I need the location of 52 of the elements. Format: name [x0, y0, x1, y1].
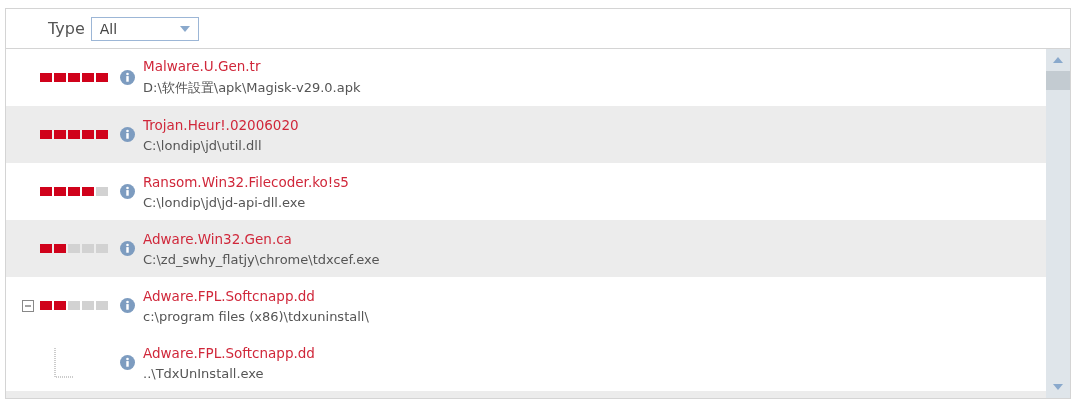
- severity-block: [82, 73, 94, 82]
- threat-name: Adware.FPL.Softcnapp.dd: [143, 287, 316, 304]
- severity-block: [54, 187, 66, 196]
- info-icon[interactable]: [120, 355, 135, 370]
- severity-block: [68, 73, 80, 82]
- file-path: C:\londip\jd\util.dll: [143, 137, 263, 153]
- threat-name: Ransom.Win32.Filecoder.ko!s5: [143, 173, 349, 190]
- info-icon[interactable]: [120, 127, 135, 142]
- dropdown-arrow-icon: [179, 25, 190, 32]
- severity-block: [82, 187, 94, 196]
- file-path: C:\londip\jd\jd-api-dll.exe: [143, 194, 307, 210]
- empty-severity-block: [96, 187, 108, 196]
- severity-block: [82, 130, 94, 139]
- scroll-up-icon[interactable]: [1053, 57, 1063, 63]
- severity-block: [54, 130, 66, 139]
- severity-block: [40, 130, 52, 139]
- tree-connector-icon: [54, 347, 74, 378]
- scrollbar[interactable]: [1046, 49, 1070, 398]
- info-icon[interactable]: [120, 241, 135, 256]
- threat-name: Trojan.Heur!.02006020: [143, 116, 299, 133]
- empty-severity-block: [68, 244, 80, 253]
- file-path: ..\TdxUnInstall.exe: [143, 365, 265, 381]
- severity-block: [96, 73, 108, 82]
- file-path: D:\软件設置\apk\Magisk-v29.0.apk: [143, 79, 361, 97]
- info-icon[interactable]: [120, 70, 135, 85]
- severity-block: [40, 73, 52, 82]
- severity-block: [96, 130, 108, 139]
- threat-name: Malware.U.Gen.tr: [143, 58, 262, 74]
- severity-block: [68, 187, 80, 196]
- empty-severity-block: [68, 301, 80, 310]
- empty-severity-block: [96, 301, 108, 310]
- collapse-icon[interactable]: [22, 299, 34, 312]
- scroll-thumb[interactable]: [1046, 71, 1070, 90]
- info-icon[interactable]: [120, 298, 135, 313]
- info-icon[interactable]: [120, 184, 135, 199]
- empty-severity-block: [96, 244, 108, 253]
- severity-block: [40, 301, 52, 310]
- severity-block: [68, 130, 80, 139]
- file-path: C:\zd_swhy_flatjy\chrome\tdxcef.exe: [143, 251, 380, 267]
- severity-block: [40, 187, 52, 196]
- empty-severity-block: [82, 301, 94, 310]
- severity-block: [54, 73, 66, 82]
- threat-name: Adware.Win32.Gen.ca: [143, 230, 293, 247]
- file-path: c:\program files (x86)\tdxuninstall\: [143, 308, 369, 324]
- threat-name: Adware.FPL.Softcnapp.dd: [143, 344, 315, 361]
- type-label: Type: [48, 19, 85, 38]
- type-dropdown[interactable]: All: [90, 16, 199, 41]
- scroll-down-icon[interactable]: [1053, 384, 1063, 390]
- severity-block: [54, 244, 66, 253]
- severity-block: [40, 244, 52, 253]
- severity-block: [54, 301, 66, 310]
- empty-severity-block: [82, 244, 94, 253]
